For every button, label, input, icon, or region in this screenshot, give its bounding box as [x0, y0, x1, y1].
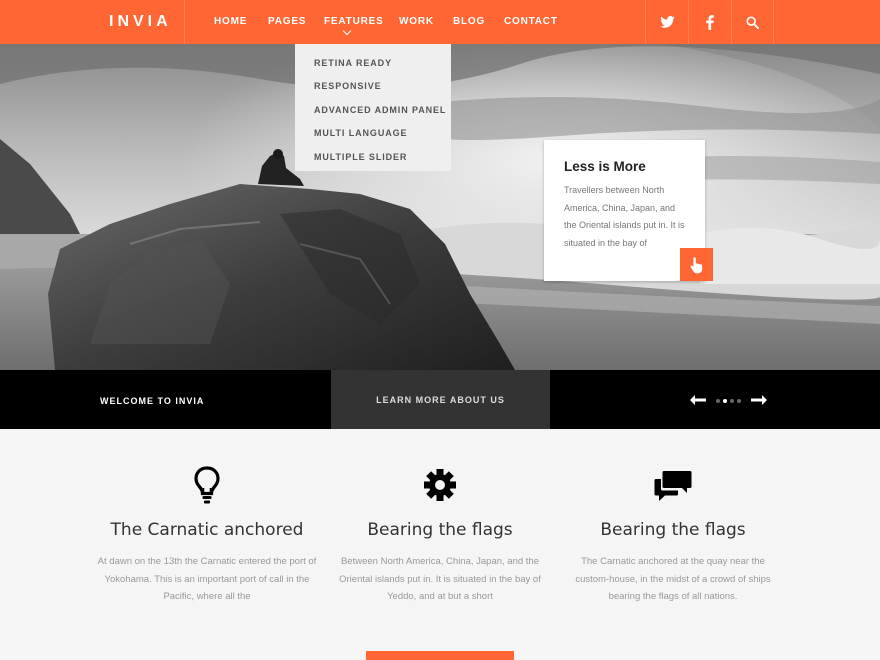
- learn-more-button[interactable]: LEARN MORE ABOUT US: [331, 370, 550, 429]
- nav-item-home[interactable]: HOME: [214, 16, 247, 27]
- info-card-button[interactable]: [680, 248, 713, 281]
- slider-dot[interactable]: [730, 399, 734, 403]
- navbar: INVIA HOME PAGES FEATURES WORK BLOG CONT…: [0, 0, 880, 44]
- dropdown-item-responsive[interactable]: RESPONSIVE: [295, 81, 451, 104]
- facebook-icon: [706, 14, 714, 30]
- facebook-button[interactable]: [688, 0, 731, 44]
- features-section: The Carnatic anchored At dawn on the 13t…: [0, 429, 880, 660]
- nav-item-work[interactable]: WORK: [399, 16, 434, 27]
- gear-icon: [424, 469, 456, 501]
- slider-dot[interactable]: [716, 399, 720, 403]
- info-card-title: Less is More: [564, 159, 646, 174]
- logo[interactable]: INVIA: [109, 13, 172, 31]
- page: INVIA HOME PAGES FEATURES WORK BLOG CONT…: [0, 0, 880, 660]
- feature-title: Bearing the flags: [367, 520, 513, 540]
- twitter-icon: [659, 16, 675, 28]
- slider-dots: [716, 399, 741, 403]
- feature-text: The Carnatic anchored at the quay near t…: [575, 556, 771, 602]
- nav-item-contact[interactable]: CONTACT: [504, 16, 558, 27]
- nav-item-blog[interactable]: BLOG: [453, 16, 485, 27]
- nav-item-features[interactable]: FEATURES: [324, 16, 384, 27]
- search-icon: [746, 15, 759, 29]
- dropdown-item-admin-panel[interactable]: ADVANCED ADMIN PANEL: [295, 105, 451, 128]
- feature-text: At dawn on the 13th the Carnatic entered…: [97, 556, 317, 602]
- dropdown-item-multiple-slider[interactable]: MULTIPLE SLIDER: [295, 152, 451, 175]
- arrow-right-icon[interactable]: [751, 395, 767, 405]
- chat-bubbles-icon: [654, 471, 692, 501]
- lightbulb-icon: [194, 466, 220, 504]
- cta-button[interactable]: [366, 651, 514, 660]
- feature-icon-wrap: [320, 465, 560, 505]
- twitter-button[interactable]: [645, 0, 688, 44]
- welcome-text: WELCOME TO INVIA: [100, 396, 205, 406]
- features-dropdown: RETINA READY RESPONSIVE ADVANCED ADMIN P…: [295, 44, 451, 171]
- feature-icon-wrap: [553, 465, 793, 505]
- nav-divider: [184, 0, 185, 44]
- info-card-text: Travellers between North America, China,…: [564, 185, 685, 248]
- feature-title: Bearing the flags: [600, 520, 746, 540]
- slider-dot-active[interactable]: [723, 399, 727, 403]
- feature-text: Between North America, China, Japan, and…: [339, 556, 541, 602]
- learn-more-label: LEARN MORE ABOUT US: [376, 394, 505, 405]
- arrow-left-icon[interactable]: [690, 395, 706, 405]
- search-button[interactable]: [731, 0, 774, 44]
- dropdown-item-multi-language[interactable]: MULTI LANGUAGE: [295, 128, 451, 151]
- nav-item-pages[interactable]: PAGES: [268, 16, 306, 27]
- chevron-down-icon: [342, 26, 352, 36]
- hand-pointer-icon: [690, 256, 702, 273]
- feature-title: The Carnatic anchored: [110, 520, 304, 540]
- feature-icon-wrap: [87, 465, 327, 505]
- intro-strip: WELCOME TO INVIA LEARN MORE ABOUT US: [0, 370, 880, 429]
- dropdown-item-retina[interactable]: RETINA READY: [295, 58, 451, 81]
- slider-dot[interactable]: [737, 399, 741, 403]
